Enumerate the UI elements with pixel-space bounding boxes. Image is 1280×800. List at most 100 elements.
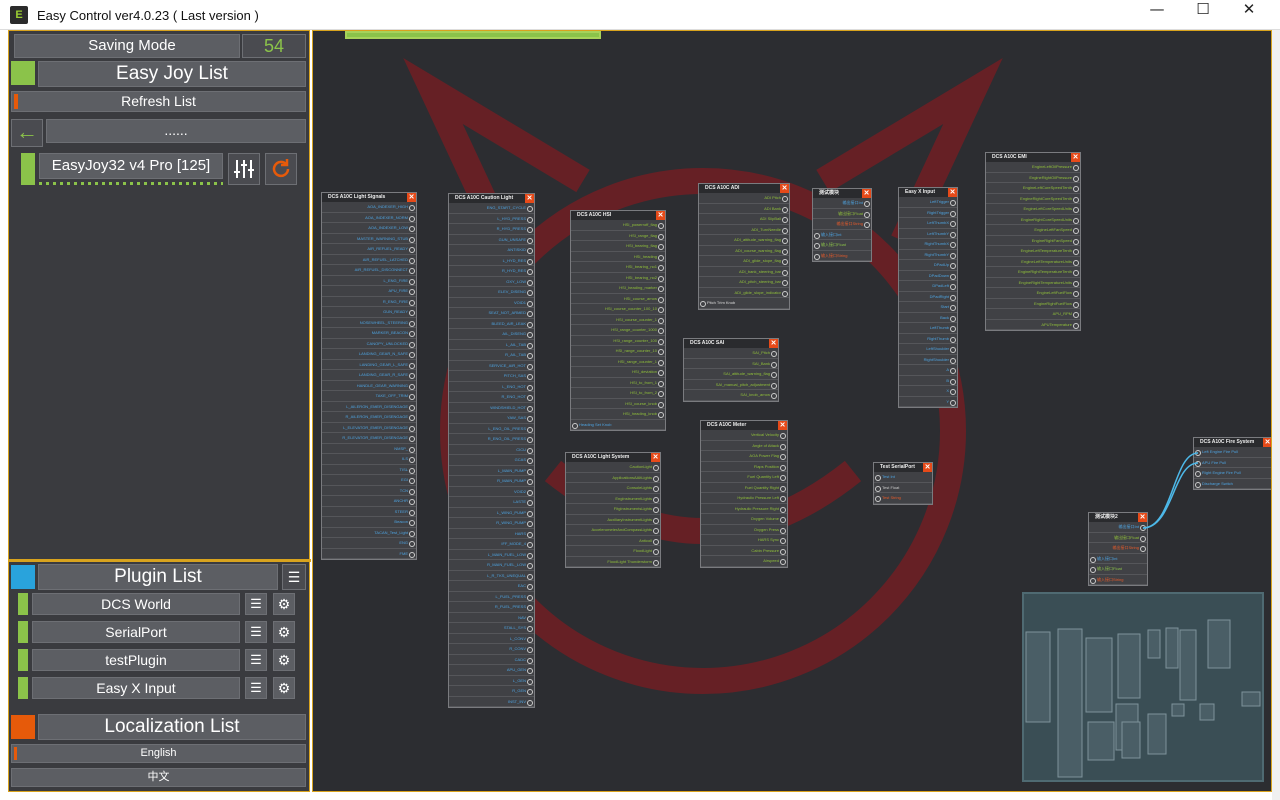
node-output-row[interactable]: Airspeed [701, 556, 787, 567]
node-output-row[interactable]: EngineRightFuelFlow [986, 298, 1080, 309]
node-output-row[interactable]: 输出接口Int [813, 198, 871, 209]
node-output-row[interactable]: Cabin Pressure [701, 545, 787, 556]
plugin-list-header[interactable]: Plugin List [38, 564, 278, 590]
node-output-row[interactable]: HSI_powerroff_flag [571, 220, 665, 231]
minimap[interactable] [1022, 592, 1264, 782]
node-output-row[interactable]: ILS [322, 454, 416, 465]
node-output-row[interactable]: HSI_to_from_1 [571, 377, 665, 388]
node-output-row[interactable]: Oxygen Press [701, 524, 787, 535]
node-output-row[interactable]: R_CONV [449, 644, 534, 655]
node-light-system[interactable]: DCS A10C Light System ✕ CautionLight Appli… [565, 452, 661, 568]
minimize-button[interactable]: — [1134, 0, 1180, 30]
node-output-row[interactable]: HSI_course_knob [571, 398, 665, 409]
node-output-row[interactable]: SEAT_NOT_ARMED [449, 308, 534, 319]
node-output-row[interactable]: FloodLight Thunderstorm [566, 556, 660, 567]
node-output-row[interactable]: L_GEN [449, 675, 534, 686]
node-output-row[interactable]: R_MAIN_PUMP [449, 476, 534, 487]
node-output-row[interactable]: ADI_TurnNeedle [699, 224, 789, 235]
node-output-row[interactable]: CICU [449, 444, 534, 455]
node-input-row[interactable]: Test Int [874, 472, 932, 483]
node-input-row[interactable]: 输入接口Float [813, 240, 871, 251]
node-input-row[interactable]: Heading Set Knob [571, 419, 665, 430]
node-output-row[interactable]: L_AIL_TAB [449, 339, 534, 350]
node-output-row[interactable]: EAC [449, 581, 534, 592]
node-output-row[interactable]: TISL [322, 464, 416, 475]
node-output-row[interactable]: ConsoleLights [566, 483, 660, 494]
reset-icon[interactable] [265, 153, 297, 185]
node-output-row[interactable]: VOID1 [449, 297, 534, 308]
node-output-row[interactable]: EngineRightFanSpeed [986, 235, 1080, 246]
node-input-row[interactable]: 输入接口Int [1089, 553, 1147, 564]
node-output-row[interactable]: APUTemperature [986, 319, 1080, 330]
node-test-module[interactable]: 测试模块 ✕ 输出接口Int 输出接口Float 输出接口String 输入接口I… [812, 188, 872, 262]
node-output-row[interactable]: LANDING_GEAR_L_SAFE [322, 359, 416, 370]
node-output-row[interactable]: Fuel Quantity Right [701, 482, 787, 493]
node-output-row[interactable]: WINDSHIELD_HOT [449, 402, 534, 413]
node-output-row[interactable]: DPadUp [899, 260, 957, 271]
node-output-row[interactable]: L_HYD_RES [449, 255, 534, 266]
node-output-row[interactable]: EngineLeftOilPressure [986, 162, 1080, 173]
node-output-row[interactable]: L_WING_PUMP [449, 507, 534, 518]
node-output-row[interactable]: 输出接口Float [1089, 532, 1147, 543]
node-close-icon[interactable]: ✕ [1263, 438, 1271, 447]
node-output-row[interactable]: ELEV_DISENG [449, 287, 534, 298]
node-meter[interactable]: DCS A10C Meter ✕ Vertical Velocity Angle o… [700, 420, 788, 568]
node-output-row[interactable]: STALL_SYS [449, 623, 534, 634]
node-close-icon[interactable]: ✕ [948, 188, 957, 197]
node-output-row[interactable]: NMSP_ [322, 443, 416, 454]
node-output-row[interactable]: RightThumbY [899, 249, 957, 260]
device-path[interactable]: ...... [46, 119, 306, 143]
node-output-row[interactable]: DPadRight [899, 291, 957, 302]
node-output-row[interactable]: ADI_pitch_steering_bar [699, 277, 789, 288]
plugin-list-icon[interactable]: ☰ [245, 649, 267, 671]
node-output-row[interactable]: RightThumb [899, 333, 957, 344]
node-output-row[interactable]: CautionLight [566, 462, 660, 473]
node-output-row[interactable]: DPadLeft [899, 281, 957, 292]
close-button[interactable]: ✕ [1226, 0, 1272, 30]
node-output-row[interactable]: EGI [322, 475, 416, 486]
node-output-row[interactable]: Oxygen Volume [701, 514, 787, 525]
node-input-row[interactable]: 输入接口String [813, 250, 871, 261]
node-output-row[interactable]: ADI_bank_steering_bar [699, 266, 789, 277]
node-output-row[interactable]: EngineRightCoreSpeedUnits [986, 214, 1080, 225]
node-output-row[interactable]: R_WING_PUMP [449, 518, 534, 529]
node-output-row[interactable]: NOSEWHEEL_STEERING [322, 317, 416, 328]
node-output-row[interactable]: Back [899, 312, 957, 323]
node-output-row[interactable]: LeftShoulder [899, 344, 957, 355]
node-output-row[interactable]: AOA Power Flag [701, 451, 787, 462]
node-caution-light[interactable]: DCS A10C Caution Light ✕ ENG_START_CYCLE L… [448, 193, 535, 708]
node-output-row[interactable]: ADI_glide_slope_indicator [699, 287, 789, 298]
node-output-row[interactable]: FltgInstrumentsLights [566, 504, 660, 515]
node-output-row[interactable]: CADC [449, 654, 534, 665]
node-output-row[interactable]: Right Engine Fire Pull [1194, 468, 1271, 479]
node-output-row[interactable]: Beacon [322, 517, 416, 528]
node-output-row[interactable]: HSI_range_counter_10 [571, 346, 665, 357]
plugin-item-dcs-world[interactable]: DCS World [32, 593, 240, 615]
node-output-row[interactable]: AIR_REFUEL_LATCHED [322, 254, 416, 265]
node-output-row[interactable]: Discharge Switch [1194, 478, 1271, 489]
node-output-row[interactable]: LeftTrigger [899, 197, 957, 208]
node-x-input[interactable]: Easy X Input ✕ LeftTrigger RightTrigger Lef… [898, 187, 958, 408]
node-output-row[interactable]: R_FUEL_PRESS [449, 602, 534, 613]
node-output-row[interactable]: AuxiliaryInstrumentLights [566, 514, 660, 525]
node-output-row[interactable]: HSI_bearing_no2 [571, 272, 665, 283]
node-output-row[interactable]: L_CONV [449, 633, 534, 644]
node-output-row[interactable]: CANOPY_UNLOCKED [322, 338, 416, 349]
node-output-row[interactable]: INST_INV [449, 696, 534, 707]
node-output-row[interactable]: AOA_INDEXER_HIGH [322, 202, 416, 213]
node-test-module-2[interactable]: 测试模块2 ✕ 输出接口Int 输出接口Float 输出接口String 输入接口… [1088, 512, 1148, 586]
node-output-row[interactable]: BLEED_AIR_LEAK [449, 318, 534, 329]
node-output-row[interactable]: LeftThumbX [899, 218, 957, 229]
saving-mode-button[interactable]: Saving Mode [14, 34, 240, 58]
node-output-row[interactable]: AOA_INDEXER_NORM [322, 212, 416, 223]
node-output-row[interactable]: R_AILERON_EMER_DISENGAGE [322, 412, 416, 423]
node-output-row[interactable]: L_MAIN_FUEL_LOW [449, 549, 534, 560]
node-input-row[interactable]: Pitch Trim Knob [699, 298, 789, 309]
refresh-list-button[interactable]: Refresh List [11, 91, 306, 112]
node-output-row[interactable]: Y [899, 396, 957, 407]
node-output-row[interactable]: LANDING_GEAR_N_SAFE [322, 349, 416, 360]
node-output-row[interactable]: L_ELEVATOR_EMER_DISENGAGE [322, 422, 416, 433]
node-serial-port[interactable]: Test SerialPort ✕ Test Int Test Float Tes… [873, 462, 933, 505]
node-output-row[interactable]: EngineRightCoreSpeedTenth [986, 193, 1080, 204]
node-close-icon[interactable]: ✕ [780, 184, 789, 193]
